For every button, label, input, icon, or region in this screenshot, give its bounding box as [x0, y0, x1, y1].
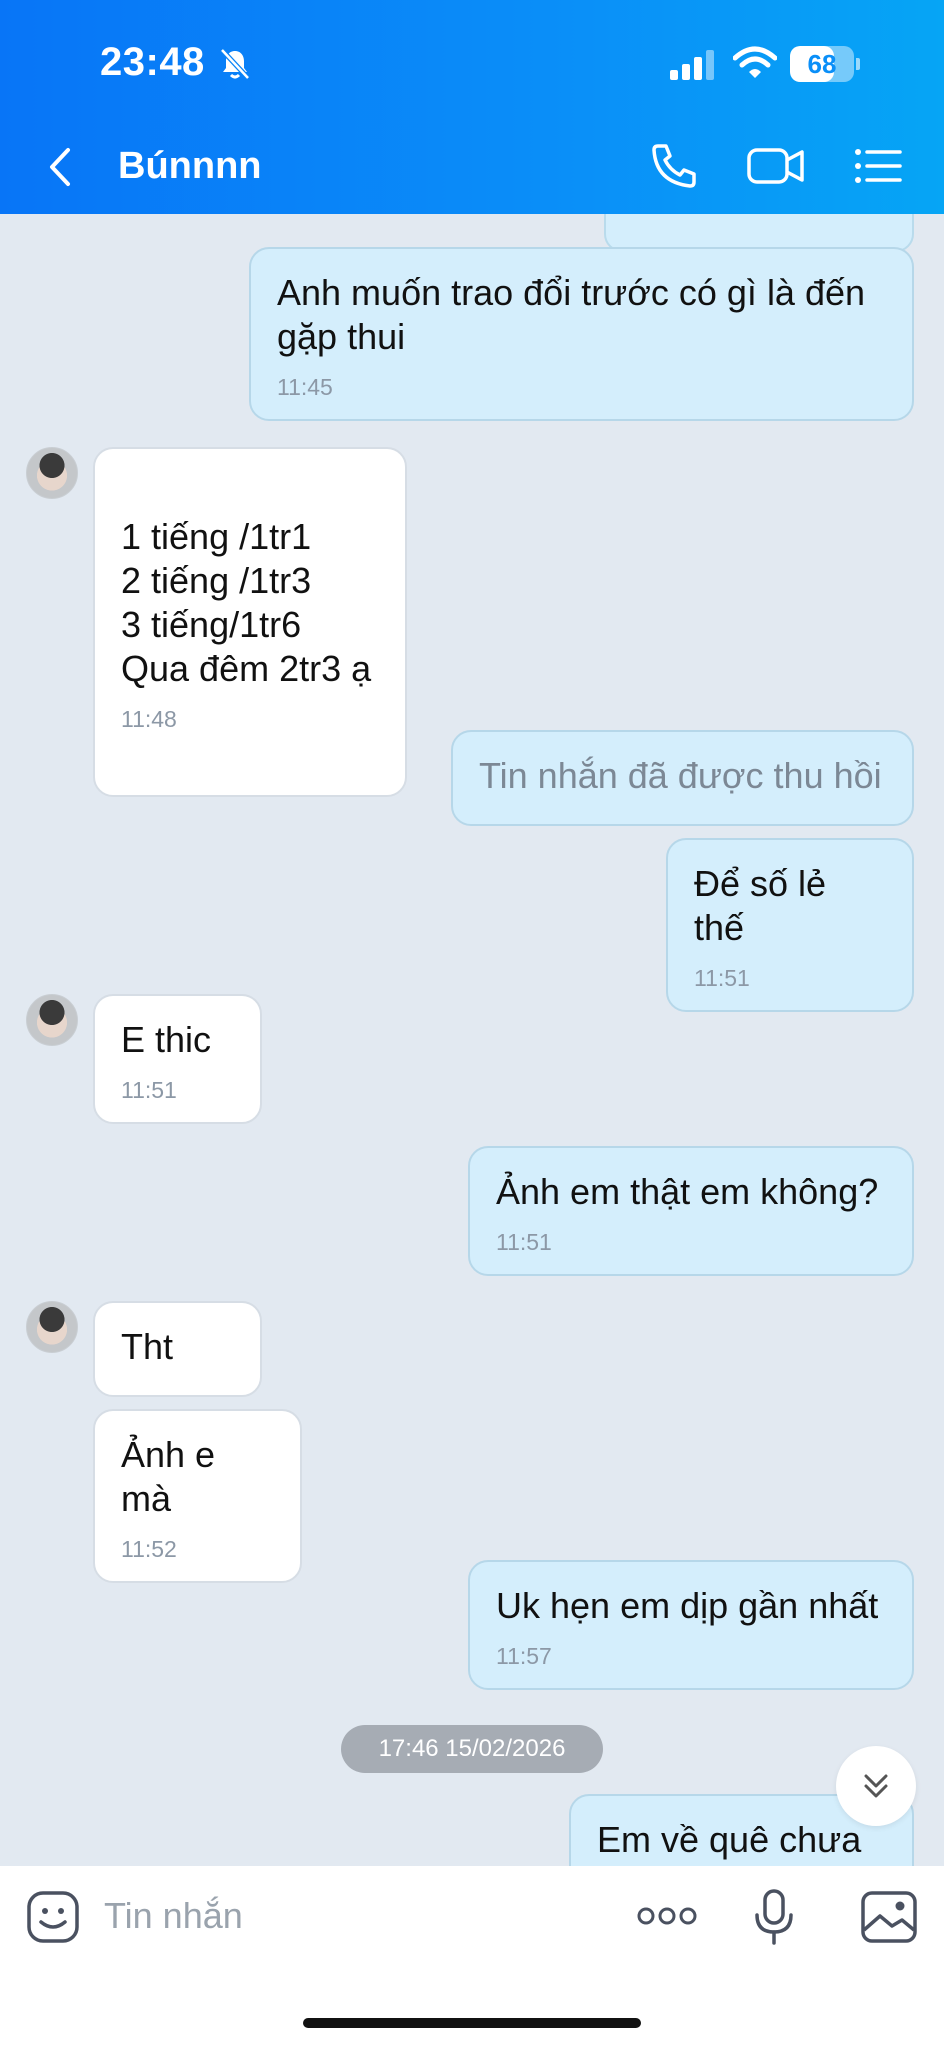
- image-gallery-icon[interactable]: [860, 1890, 918, 1944]
- home-indicator: [303, 2018, 641, 2028]
- sticker-icon[interactable]: [26, 1890, 80, 1944]
- bell-muted-icon: [220, 48, 250, 80]
- message-input[interactable]: [104, 1886, 504, 1946]
- battery-indicator: 68: [790, 46, 860, 82]
- message-time: 11:51: [121, 1077, 177, 1103]
- message-text: Tht: [121, 1326, 174, 1367]
- message-text: E thic: [121, 1019, 212, 1060]
- message-time: 11:51: [496, 1229, 552, 1255]
- message-bubble-received[interactable]: 1 tiếng /1tr1 2 tiếng /1tr3 3 tiếng/1tr6…: [93, 447, 407, 797]
- video-call-icon[interactable]: [746, 140, 806, 192]
- message-text: Tin nhắn đã được thu hồi: [479, 755, 882, 796]
- back-arrow-icon[interactable]: [44, 142, 78, 192]
- message-bubble-sent[interactable]: Ảnh em thật em không? 11:51: [468, 1146, 914, 1276]
- message-bubble-sent[interactable]: Anh muốn trao đổi trước có gì là đến gặp…: [249, 247, 914, 421]
- double-chevron-down-icon: [864, 1774, 888, 1798]
- message-text: Em về quê chưa á: [597, 1819, 862, 1866]
- message-time: 11:48: [121, 706, 177, 732]
- message-bubble-recalled[interactable]: Tin nhắn đã được thu hồi: [451, 730, 914, 826]
- message-time: 11:57: [496, 1643, 552, 1669]
- microphone-icon[interactable]: [752, 1888, 796, 1946]
- message-text: 1 tiếng /1tr1 2 tiếng /1tr3 3 tiếng/1tr6…: [121, 516, 372, 689]
- message-composer: [0, 1866, 944, 2046]
- menu-list-icon[interactable]: [852, 140, 904, 192]
- date-separator: 17:46 15/02/2026: [341, 1725, 603, 1773]
- message-bubble-received[interactable]: E thic 11:51: [93, 994, 262, 1124]
- cell-signal-icon: [670, 50, 714, 80]
- more-options-icon[interactable]: [636, 1896, 698, 1936]
- message-bubble-received[interactable]: Ảnh e mà 11:52: [93, 1409, 302, 1583]
- status-time: 23:48: [100, 40, 205, 84]
- wifi-icon: [733, 46, 777, 78]
- chat-area[interactable]: Anh muốn trao đổi trước có gì là đến gặp…: [0, 214, 944, 1866]
- contact-name[interactable]: Búnnnn: [118, 145, 262, 188]
- message-bubble-received[interactable]: Tht: [93, 1301, 262, 1397]
- message-text: Uk hẹn em dịp gần nhất: [496, 1585, 879, 1626]
- message-text: Ảnh em thật em không?: [496, 1171, 879, 1212]
- scroll-to-bottom-button[interactable]: [836, 1746, 916, 1826]
- contact-avatar[interactable]: [26, 447, 78, 499]
- message-time: 11:45: [277, 374, 333, 400]
- app-header: 23:48 68 Búnnnn: [0, 0, 944, 214]
- message-text: Ảnh e mà: [121, 1434, 216, 1519]
- message-time: 11:51: [694, 965, 750, 991]
- contact-avatar[interactable]: [26, 1301, 78, 1353]
- message-bubble-sent[interactable]: Để số lẻ thế 11:51: [666, 838, 914, 1012]
- battery-percent: 68: [807, 49, 837, 79]
- message-text: Anh muốn trao đổi trước có gì là đến gặp…: [277, 272, 866, 357]
- contact-avatar[interactable]: [26, 994, 78, 1046]
- message-bubble-sent[interactable]: Uk hẹn em dịp gần nhất 11:57: [468, 1560, 914, 1690]
- message-time: 11:52: [121, 1536, 177, 1562]
- phone-call-icon[interactable]: [648, 140, 700, 192]
- message-text: Để số lẻ thế: [694, 863, 827, 948]
